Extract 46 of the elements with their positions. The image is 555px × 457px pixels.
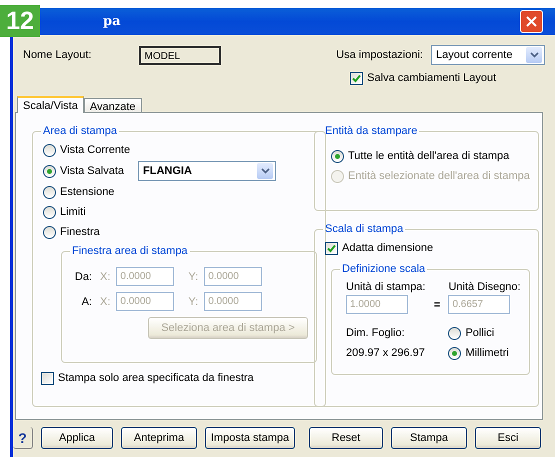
group-title: Scala di stampa [324,223,404,235]
field-label: Unità di stampa: [346,281,426,293]
checkbox-label: Stampa solo area specificata da finestra [58,372,254,384]
layout-name-field[interactable]: MODEL [139,46,222,64]
checkbox-label: Salva cambiamenti Layout [367,72,496,84]
dialog-button[interactable]: Stampa [391,427,467,449]
dialog-button[interactable]: Esci [475,427,541,449]
dialog-button[interactable]: Applica [41,427,113,449]
coordinate-label: A: [80,296,92,308]
option-label: Vista Corrente [60,144,130,156]
tab[interactable]: Avanzate [84,98,142,112]
field-label: Usa impostazioni: [336,49,423,61]
option-label: Vista Salvata [60,165,124,177]
dialog-button[interactable]: Anteprima [121,427,197,449]
field-label: Dim. Foglio: [346,327,406,339]
option-label: Tutte le entità dell'area di stampa [348,150,510,162]
dialog-button[interactable]: Imposta stampa [205,427,295,449]
group-title: Entità da stampare [324,125,418,137]
field-label: Nome Layout: [23,49,92,61]
checkbox-label: Adatta dimensione [342,242,434,254]
step-badge: 12 [0,5,40,37]
dropdown-value: Layout corrente [436,49,512,61]
group-title: Definizione scala [341,263,426,275]
option-label: Millimetri [465,347,509,359]
axis-label: X: [100,270,110,282]
axis-label: X: [100,296,110,308]
axis-label: Y: [188,270,198,282]
field-label: Unità Disegno: [448,281,521,293]
option-label: Pollici [465,327,494,339]
option-label: Limiti [60,206,86,218]
dialog-button[interactable]: Reset [309,427,383,449]
axis-label: Y: [188,296,198,308]
dropdown[interactable]: FLANGIA [138,161,276,181]
option-label: Entità selezionate dell'area di stampa [348,170,530,182]
tab[interactable]: Scala/Vista [17,96,84,113]
window-title: pa [103,14,121,29]
help-button[interactable]: ? [13,427,33,449]
group-title: Area di stampa [42,125,118,137]
option-label: Estensione [60,186,114,198]
dropdown-value: FLANGIA [143,165,192,177]
sheet-size: 209.97 x 296.97 [346,347,426,359]
coordinate-label: Da: [74,270,92,282]
option-label: Finestra [60,226,100,238]
equals-sign: = [434,298,440,310]
dropdown[interactable]: Layout corrente [431,45,545,65]
group-title: Finestra area di stampa [71,245,189,257]
